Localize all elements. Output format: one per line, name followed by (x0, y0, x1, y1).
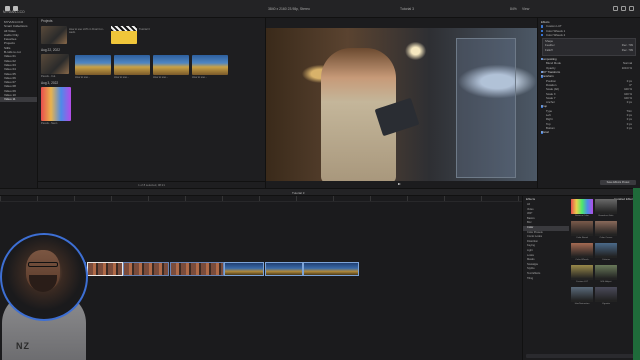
browser-footer: 1 of 8 selected, 08:21 (38, 181, 265, 188)
effects-categories: All Video 360° Basics Blur Color Color Presets… (523, 203, 569, 281)
effect-thumbnail[interactable] (595, 265, 617, 280)
effects-title: Effects (526, 197, 536, 201)
webcam-overlay: NZ (0, 233, 88, 360)
clip-thumbnail-1[interactable] (41, 54, 69, 74)
clip-caption-neon: Pexels - Neon (41, 122, 58, 125)
timeline-toggle-icon[interactable] (621, 6, 626, 11)
effect-thumbnail[interactable] (595, 243, 617, 258)
clip-thumbnail-3[interactable] (114, 55, 150, 75)
section-date-2: Aug 3, 2022 (41, 81, 59, 85)
effect-row-label: Color Wheels 2 (546, 32, 566, 37)
inspector-sections: Compositing Blend Mode Normal Opacity 100.0 … (538, 57, 640, 134)
presenter-glasses (28, 262, 58, 267)
browser-toggle-icon[interactable] (629, 6, 634, 11)
effect-thumbnail[interactable] (595, 199, 617, 214)
play-icon[interactable] (398, 183, 401, 185)
effect-thumbnail[interactable] (571, 265, 593, 280)
mask-param-row[interactable]: Falloff Rec. 709 (543, 48, 635, 52)
effects-browser: Effects Installed Effects All Video 360° Ba… (522, 196, 640, 360)
zoom-level[interactable]: 84% (510, 7, 517, 11)
effect-caption: Balance Color (575, 215, 589, 217)
project-thumbnail-luts[interactable] (41, 26, 67, 44)
project-title-top: Tutorial 3 (400, 7, 415, 11)
clip-thumbnail-5[interactable] (192, 55, 228, 75)
presenter-beard (29, 275, 57, 292)
timeline-clip[interactable] (169, 262, 224, 276)
effects-search-field[interactable] (526, 354, 638, 358)
section-projects: Projects (41, 19, 53, 23)
viewer-transport (266, 181, 538, 188)
timeline-clip[interactable] (303, 262, 359, 276)
inspector-param-label: Distort (541, 130, 550, 135)
save-effects-preset-button[interactable]: Save Effects Preset (600, 180, 636, 185)
project-caption-tutorial-3: Tutorial 3 (139, 28, 150, 31)
viewer-header (266, 18, 538, 28)
effect-caption: Hue/Saturation (574, 303, 590, 305)
effects-category-item[interactable]: Tiling (523, 277, 569, 282)
window-reflection (456, 38, 516, 178)
project-caption-luts: How to use LUTs in Final Cut - wedn. (69, 28, 105, 35)
project-thumbnail-tutorial-3[interactable] (111, 26, 137, 44)
mask-param-label: Falloff (545, 47, 553, 52)
event-browser: Projects How to use LUTs in Final Cut - … (38, 18, 265, 188)
presenter-circle (0, 233, 88, 321)
timeline-clip[interactable] (264, 262, 303, 276)
effect-thumbnail[interactable] (571, 287, 593, 302)
inspector-section-header[interactable]: Distort (538, 130, 640, 134)
timeline-clip[interactable] (224, 262, 264, 276)
timeline-ruler[interactable] (0, 196, 522, 202)
timeline-project-name[interactable]: Tutorial 3 (292, 191, 304, 195)
installed-effects-menu[interactable]: Installed Effects (614, 196, 635, 202)
mask-panel: Shape Feather Rec. 709 Falloff Rec. 709 (542, 38, 636, 57)
effect-caption: Vignette (602, 303, 610, 305)
timeline-clip[interactable] (86, 262, 123, 276)
effect-thumbnail[interactable] (571, 199, 593, 214)
timeline-toolbar: Tutorial 3 (0, 188, 640, 196)
top-toolbar: MYVIAN-CCO 3840 x 2160 23.98p, Stereo Tu… (0, 0, 640, 18)
final-cut-pro-window: MYVIAN-CCO 3840 x 2160 23.98p, Stereo Tu… (0, 0, 640, 360)
effect-caption: Color Wheels (575, 259, 589, 261)
effect-enable-checkbox[interactable] (541, 25, 544, 28)
shirt-lettering: NZ (16, 341, 30, 351)
effect-enable-checkbox[interactable] (541, 33, 544, 37)
timeline-clip[interactable] (123, 262, 169, 276)
effect-thumbnail[interactable] (571, 243, 593, 258)
inspector-toggle-icon[interactable] (613, 6, 618, 11)
clip-caption-3: How to use... (114, 76, 130, 79)
clip-caption-5: How to use... (192, 76, 208, 79)
effect-caption: HSL Adjust (600, 281, 612, 283)
clip-caption-4: How to use... (153, 76, 169, 79)
viewer-format-label: 3840 x 2160 23.98p, Stereo (268, 7, 310, 11)
effect-thumbnail[interactable] (571, 221, 593, 236)
clip-thumbnail-4[interactable] (153, 55, 189, 75)
toolbar-right-buttons (613, 6, 634, 11)
section-date-1: Aug 22, 2022 (41, 48, 60, 52)
primary-storyline (80, 262, 360, 276)
clip-thumbnail-2[interactable] (75, 55, 111, 75)
mask-panel-rows: Feather Rec. 709 Falloff Rec. 709 (543, 43, 635, 52)
viewer-video-frame[interactable] (266, 28, 538, 181)
background-edge (633, 188, 640, 360)
effect-enable-checkbox[interactable] (541, 29, 544, 32)
mask-param-value[interactable]: Rec. 709 (622, 48, 633, 52)
effect-thumbnail[interactable] (595, 221, 617, 236)
effect-row[interactable]: Color Wheels 2 (538, 33, 640, 37)
effect-caption: Color Curves (599, 237, 613, 239)
effect-thumbnail[interactable] (595, 287, 617, 302)
effect-list: Custom LUT Color Wheels 1 Color Wheels 2 (538, 24, 640, 37)
inspector: Effects Custom LUT Color Wheels 1 Color Wh… (537, 18, 640, 188)
libraries-sidebar: MYVIAN-CCO Smart Collections All Video Audi… (0, 18, 38, 188)
effect-caption: Broadcast Safe (598, 215, 614, 217)
effect-caption: Custom LUT (575, 281, 589, 283)
viewer (265, 18, 538, 188)
effect-caption: Color Board (576, 237, 588, 239)
sidebar-list: MYVIAN-CCO Smart Collections All Video Audi… (0, 20, 37, 102)
clip-caption-1: Pexels - Cut. (41, 75, 56, 78)
effect-caption: Colorize (601, 259, 611, 261)
clip-caption-2: How to use... (75, 76, 91, 79)
view-menu[interactable]: View (522, 7, 529, 11)
sidebar-item[interactable]: Video 11 (0, 97, 37, 102)
library-name: MYVIAN-CCO (3, 10, 25, 14)
clip-thumbnail-neon[interactable] (41, 87, 71, 121)
